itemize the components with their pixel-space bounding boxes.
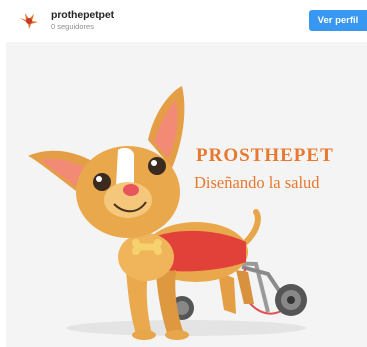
- follower-count: 0 seguidores: [51, 22, 94, 31]
- view-profile-button[interactable]: Ver perfil: [309, 10, 367, 31]
- brand-tagline: Diseñando la salud: [194, 173, 320, 192]
- chihuahua-wheelchair-illustration: [28, 86, 307, 340]
- profile-header: prothepetpet 0 seguidores Ver perfil: [0, 0, 367, 40]
- brand-title: PROSTHEPET: [196, 145, 334, 166]
- post-image[interactable]: PROSTHEPET Diseñando la salud: [6, 42, 367, 347]
- profile-username[interactable]: prothepetpet: [51, 9, 114, 21]
- prosthepet-logo-icon[interactable]: [18, 9, 40, 31]
